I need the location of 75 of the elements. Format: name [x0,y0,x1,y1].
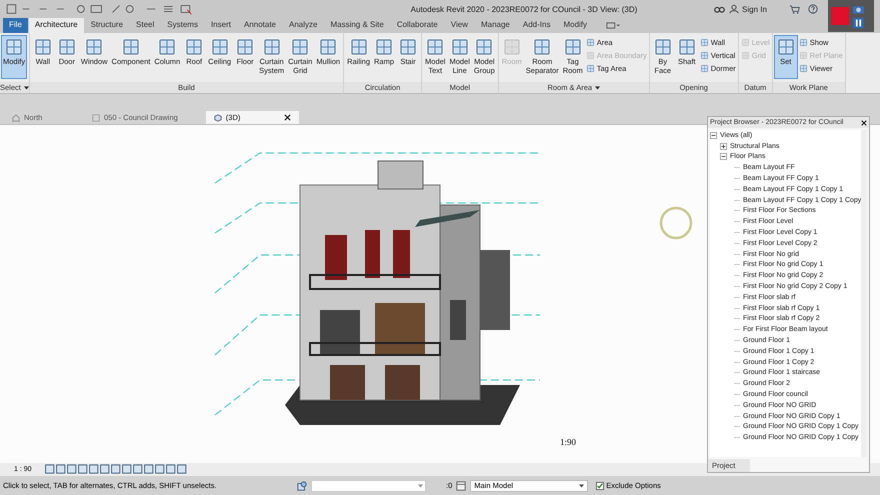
collapse-icon[interactable] [710,132,717,139]
tool-icon [262,37,282,57]
ribbon-tab[interactable]: Modify [557,18,594,33]
cursor-highlight-icon [660,206,692,240]
binoculars-icon[interactable] [714,4,725,14]
tool-icon [210,37,230,57]
tool-icon [450,37,470,57]
ribbon-tab[interactable]: Annotate [238,18,282,33]
tool-icon [798,38,808,47]
user-icon [729,4,739,14]
tool-icon [652,37,673,57]
tool-icon [700,64,709,73]
collapse-icon[interactable] [720,153,727,160]
tool-icon [348,37,369,57]
ribbon-tab[interactable]: Insert [204,18,237,33]
tool-icon [157,37,178,57]
tool-icon [740,51,750,60]
camera-icon[interactable] [852,3,865,15]
tool-icon [562,37,583,57]
sign-in-link[interactable]: Sign In [742,4,767,14]
ribbon-tab[interactable]: View [444,18,474,33]
caret-icon[interactable] [24,86,29,90]
ribbon-tab[interactable]: Systems [161,18,204,33]
cart-icon[interactable] [788,4,800,14]
tool-icon [740,38,750,47]
scale-label: 1:90 [560,437,576,447]
tool-icon [502,37,522,57]
house-icon [12,114,20,122]
tool-icon [586,64,595,73]
tool-icon [776,37,796,57]
tool-icon [676,37,697,57]
tool-icon [798,64,808,73]
tool-icon [120,37,141,57]
context-toggle-icon[interactable] [606,21,620,30]
sheet-icon [92,114,100,122]
tool-icon [425,37,446,57]
ribbon-tab[interactable]: Add-Ins [516,18,556,33]
tool-icon [474,37,494,57]
ribbon-tab[interactable]: Architecture [28,18,84,33]
tool-icon [798,51,808,60]
tool-icon [235,37,256,57]
design-options-icon[interactable] [456,480,466,490]
caret-icon [418,484,423,488]
tool-icon [532,37,552,57]
tool-icon [586,51,595,60]
tool-icon [318,37,338,57]
caret-icon [579,484,584,488]
tool-icon [700,51,709,60]
expand-icon[interactable] [720,142,727,150]
tool-icon [32,37,53,57]
ribbon-tab[interactable]: Analyze [283,18,324,33]
ribbon-tab[interactable]: Structure [84,18,130,33]
close-icon[interactable] [284,114,292,121]
ribbon-tab[interactable]: Massing & Site [324,18,390,33]
tool-icon [586,38,595,47]
pause-icon[interactable] [852,17,865,29]
checkbox-icon[interactable] [596,482,604,490]
tool-icon [398,37,418,57]
tool-icon [290,37,310,57]
help-icon[interactable] [808,4,818,14]
tool-icon [374,37,394,57]
ribbon-tab[interactable]: Steel [130,18,160,33]
ribbon-tab[interactable]: Manage [474,18,516,33]
tool-icon [184,37,204,57]
tool-icon [84,37,104,57]
ribbon-tab[interactable]: Collaborate [390,18,444,33]
tool-icon [4,37,24,57]
tool-icon [56,37,77,57]
cube-icon [214,114,222,122]
tool-icon [700,38,709,47]
worksets-icon[interactable] [297,480,307,490]
caret-icon[interactable] [595,86,600,90]
close-icon[interactable] [861,120,867,126]
window-title: Autodesk Revit 2020 - 2023RE0072 for COuncil - 3D View: (3D) [410,4,638,14]
file-tab[interactable]: File [3,18,28,33]
